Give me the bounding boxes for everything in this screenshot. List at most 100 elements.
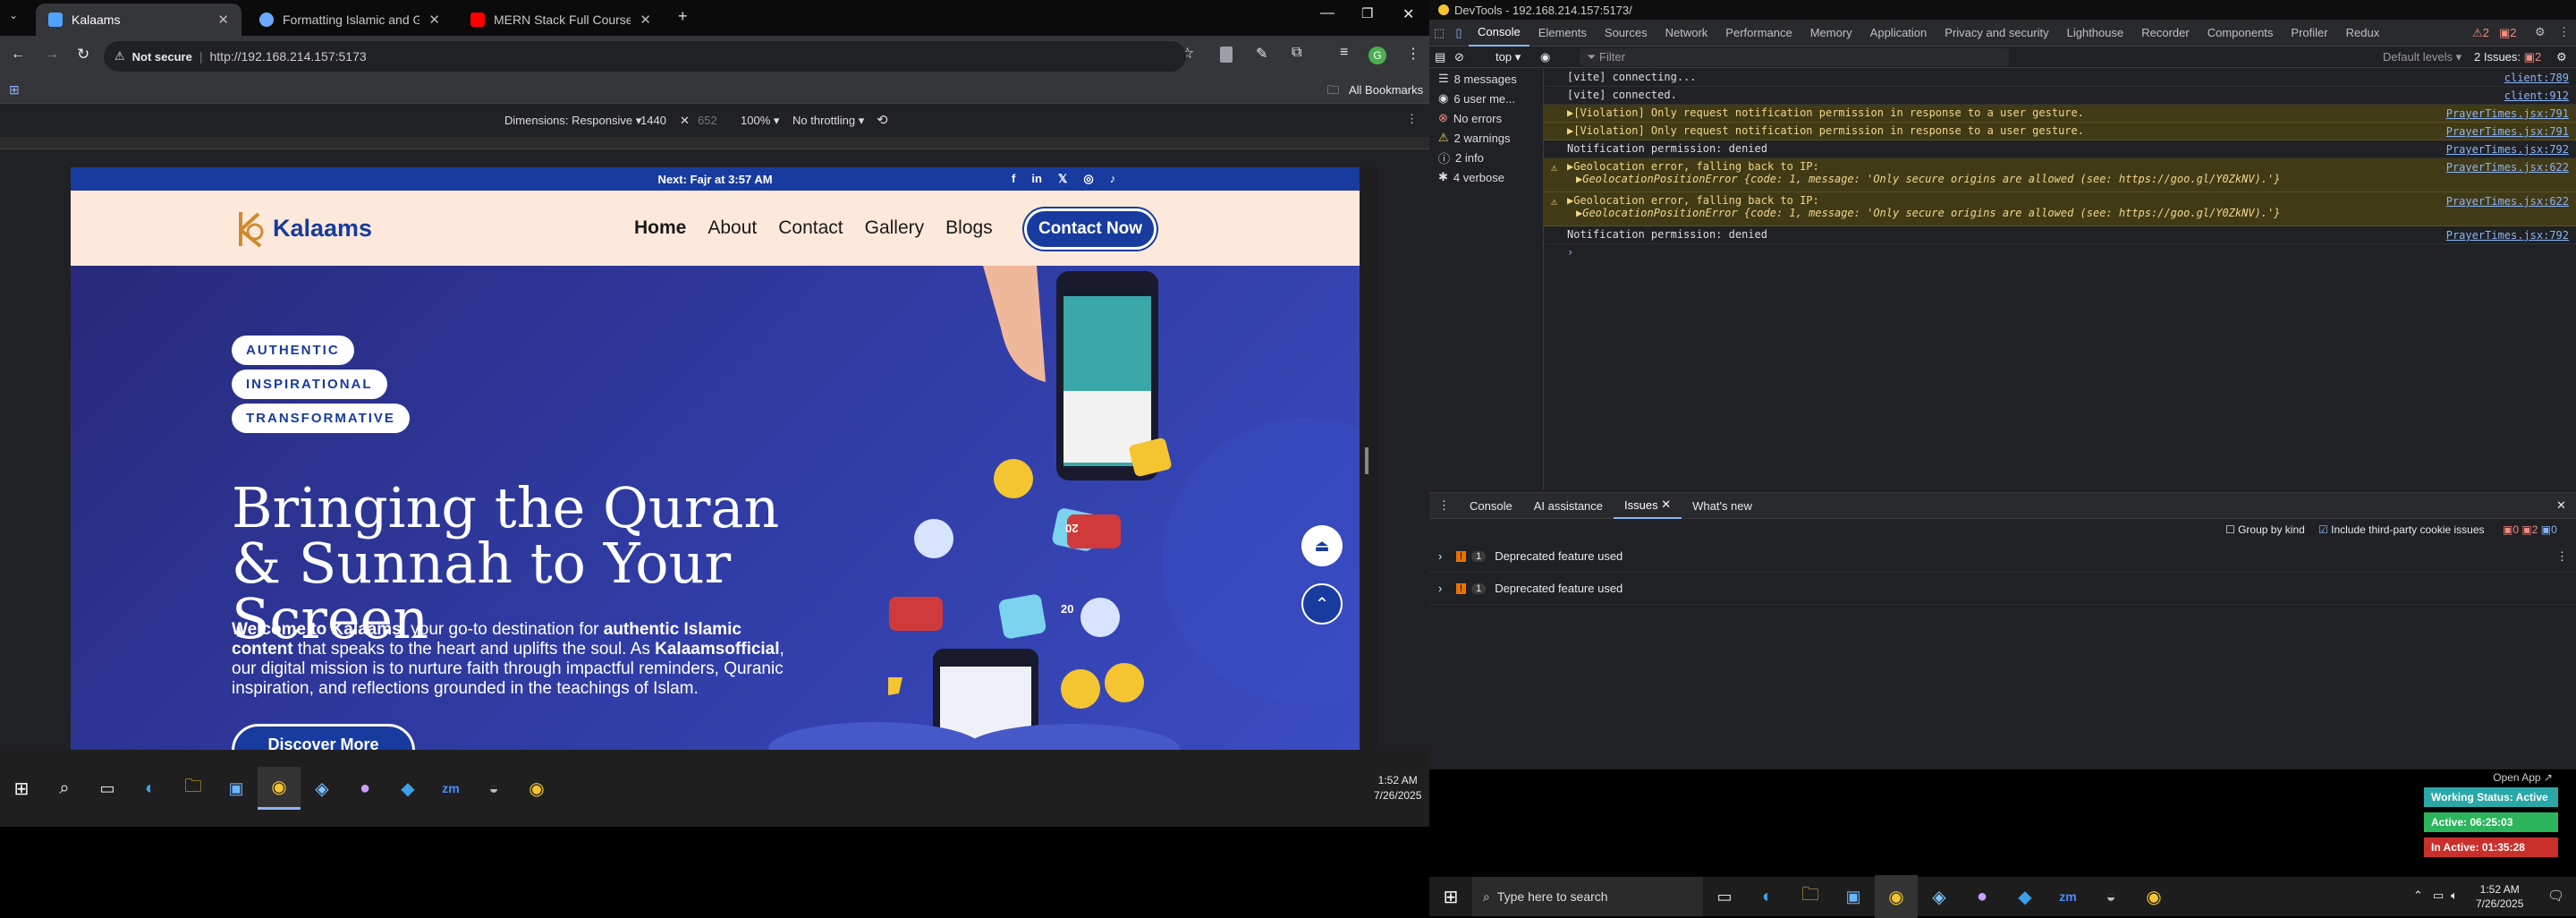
issue-badge[interactable]: ▣2: [2499, 26, 2517, 40]
file-explorer-icon[interactable]: 🗀: [1789, 875, 1832, 918]
address-bar[interactable]: ⚠ Not secure | http://192.168.214.157:51…: [104, 41, 1186, 72]
sidebar-toggle-icon[interactable]: ▤: [1435, 50, 1445, 64]
group-by-kind-checkbox[interactable]: ☐ Group by kind: [2225, 523, 2305, 536]
tab-sources[interactable]: Sources: [1596, 20, 1657, 47]
log-source-link[interactable]: PrayerTimes.jsx:791: [2446, 125, 2569, 138]
zoom-app-icon[interactable]: zm: [429, 767, 472, 810]
log-source-link[interactable]: client:789: [2504, 72, 2569, 84]
search-icon[interactable]: ⌕: [43, 767, 86, 810]
network-icon[interactable]: ▭: [2433, 888, 2444, 903]
minimize-icon[interactable]: —: [1320, 5, 1335, 21]
task-view-icon[interactable]: ▭: [1703, 875, 1746, 918]
tab-privacy[interactable]: Privacy and security: [1936, 20, 2057, 47]
close-icon[interactable]: ✕: [640, 12, 651, 28]
taskbar-search[interactable]: ⌕ Type here to search: [1472, 877, 1703, 916]
tab-lighthouse[interactable]: Lighthouse: [2058, 20, 2133, 47]
tab-elements[interactable]: Elements: [1530, 20, 1596, 47]
media-icon[interactable]: ≡: [1340, 45, 1348, 61]
linkedin-icon[interactable]: in: [1031, 172, 1042, 186]
zoom-app-icon[interactable]: zm: [2046, 875, 2089, 918]
height-input[interactable]: 652: [698, 114, 717, 127]
vscode-icon[interactable]: ◆: [2004, 875, 2046, 918]
back-icon[interactable]: ←: [11, 47, 25, 63]
issue-row[interactable]: › ! 1 Deprecated feature used ⋮: [1429, 540, 2576, 573]
tab-memory[interactable]: Memory: [1801, 20, 1861, 47]
console-prompt[interactable]: ›: [1544, 244, 2576, 262]
menu-icon[interactable]: ⋮: [1406, 45, 1420, 63]
vscode-insiders-icon[interactable]: ◈: [301, 767, 343, 810]
log-line-warning[interactable]: ⚠ ▶Geolocation error, falling back to IP…: [1544, 158, 2576, 192]
close-drawer-icon[interactable]: ✕: [2556, 498, 2566, 513]
forward-icon[interactable]: →: [45, 47, 59, 63]
discover-more-button[interactable]: Discover More: [232, 724, 415, 750]
notification-bell-icon[interactable]: ⏏: [1301, 525, 1343, 566]
nav-home[interactable]: Home: [634, 217, 686, 239]
tray-chevron-icon[interactable]: ⌃: [2413, 888, 2423, 903]
tab-network[interactable]: Network: [1657, 20, 1717, 47]
log-line-violation[interactable]: ▶[Violation] Only request notification p…: [1544, 105, 2576, 123]
dimensions-dropdown[interactable]: Dimensions: Responsive ▾: [504, 114, 641, 128]
sidebar-item-info[interactable]: ⓘ 2 info: [1429, 148, 1543, 167]
avatar[interactable]: G: [1368, 47, 1386, 64]
edge-icon[interactable]: ◐: [1746, 875, 1789, 918]
tab-console[interactable]: Console: [1469, 20, 1530, 47]
log-source-link[interactable]: PrayerTimes.jsx:622: [2446, 161, 2569, 174]
task-view-icon[interactable]: ▭: [86, 767, 129, 810]
edge-icon[interactable]: ◐: [129, 767, 172, 810]
volume-icon[interactable]: 🔈︎: [2451, 888, 2458, 903]
zoom-dropdown[interactable]: 100% ▾: [741, 114, 779, 128]
facebook-icon[interactable]: f: [1012, 172, 1015, 186]
apps-icon[interactable]: ⊞: [9, 82, 20, 98]
file-explorer-icon[interactable]: 🗀: [172, 767, 215, 810]
tab-mern[interactable]: MERN Stack Full Course - ECom... ✕: [458, 4, 664, 36]
sidebar-item-user-messages[interactable]: ◉ 6 user me...: [1429, 89, 1543, 108]
puzzle-icon[interactable]: ⧉: [1292, 45, 1301, 61]
chrome-icon-2[interactable]: ◉: [515, 767, 558, 810]
settings-gear-icon[interactable]: ⚙: [2535, 25, 2546, 39]
issue-more-icon[interactable]: ⋮: [2556, 549, 2568, 564]
tab-redux[interactable]: Redux: [2337, 20, 2389, 47]
pen-icon[interactable]: ✎: [1256, 45, 1267, 63]
nav-gallery[interactable]: Gallery: [865, 217, 925, 239]
windows-icon[interactable]: ⊞: [0, 767, 43, 810]
extension-icon[interactable]: [1220, 47, 1233, 63]
windows-icon[interactable]: ⊞: [1429, 875, 1472, 918]
eye-icon[interactable]: ◉: [1540, 50, 1550, 64]
tab-profiler[interactable]: Profiler: [2282, 20, 2336, 47]
filter-input[interactable]: ⏷ Filter: [1580, 48, 2009, 66]
store-icon[interactable]: ▣: [215, 767, 258, 810]
nav-blogs[interactable]: Blogs: [945, 217, 993, 239]
tab-application[interactable]: Application: [1861, 20, 1936, 47]
app-icon[interactable]: ◒: [472, 767, 515, 810]
more-icon[interactable]: ⋮: [2558, 25, 2570, 39]
close-icon[interactable]: ✕: [217, 12, 229, 28]
vscode-insiders-icon[interactable]: ◈: [1918, 875, 1961, 918]
store-icon[interactable]: ▣: [1832, 875, 1875, 918]
site-logo[interactable]: Kalaams: [233, 208, 372, 248]
vscode-icon[interactable]: ◆: [386, 767, 429, 810]
instagram-icon[interactable]: ◎: [1083, 172, 1093, 186]
contact-now-button[interactable]: Contact Now: [1024, 208, 1157, 250]
plus-icon[interactable]: +: [678, 7, 688, 26]
context-select[interactable]: top ▾: [1496, 50, 1521, 64]
throttling-dropdown[interactable]: No throttling ▾: [792, 114, 864, 128]
nav-about[interactable]: About: [708, 217, 757, 239]
third-party-checkbox[interactable]: ☑ Include third-party cookie issues: [2318, 523, 2485, 536]
close-icon[interactable]: ✕: [428, 12, 440, 28]
swap-icon[interactable]: ✕: [680, 114, 690, 128]
inspect-icon[interactable]: ⬚: [1429, 26, 1449, 40]
tab-formatting[interactable]: Formatting Islamic and Gregor... ✕: [247, 4, 453, 36]
all-bookmarks[interactable]: All Bookmarks: [1349, 83, 1423, 97]
log-source-link[interactable]: PrayerTimes.jsx:792: [2446, 143, 2569, 156]
sidebar-item-messages[interactable]: ☰ 8 messages: [1429, 69, 1543, 89]
open-app-link[interactable]: Open App ↗: [2424, 771, 2558, 787]
tiktok-icon[interactable]: ♪: [1110, 172, 1116, 186]
drawer-tab-issues[interactable]: Issues ✕: [1614, 492, 1682, 519]
scroll-top-icon[interactable]: ⌃: [1301, 583, 1343, 625]
width-input[interactable]: 1440: [640, 114, 666, 127]
sidebar-item-errors[interactable]: ⊗ No errors: [1429, 108, 1543, 128]
x-icon[interactable]: 𝕏: [1058, 172, 1067, 186]
warning-badge[interactable]: ⚠2: [2472, 26, 2489, 40]
tab-performance[interactable]: Performance: [1716, 20, 1801, 47]
log-source-link[interactable]: client:912: [2504, 89, 2569, 102]
